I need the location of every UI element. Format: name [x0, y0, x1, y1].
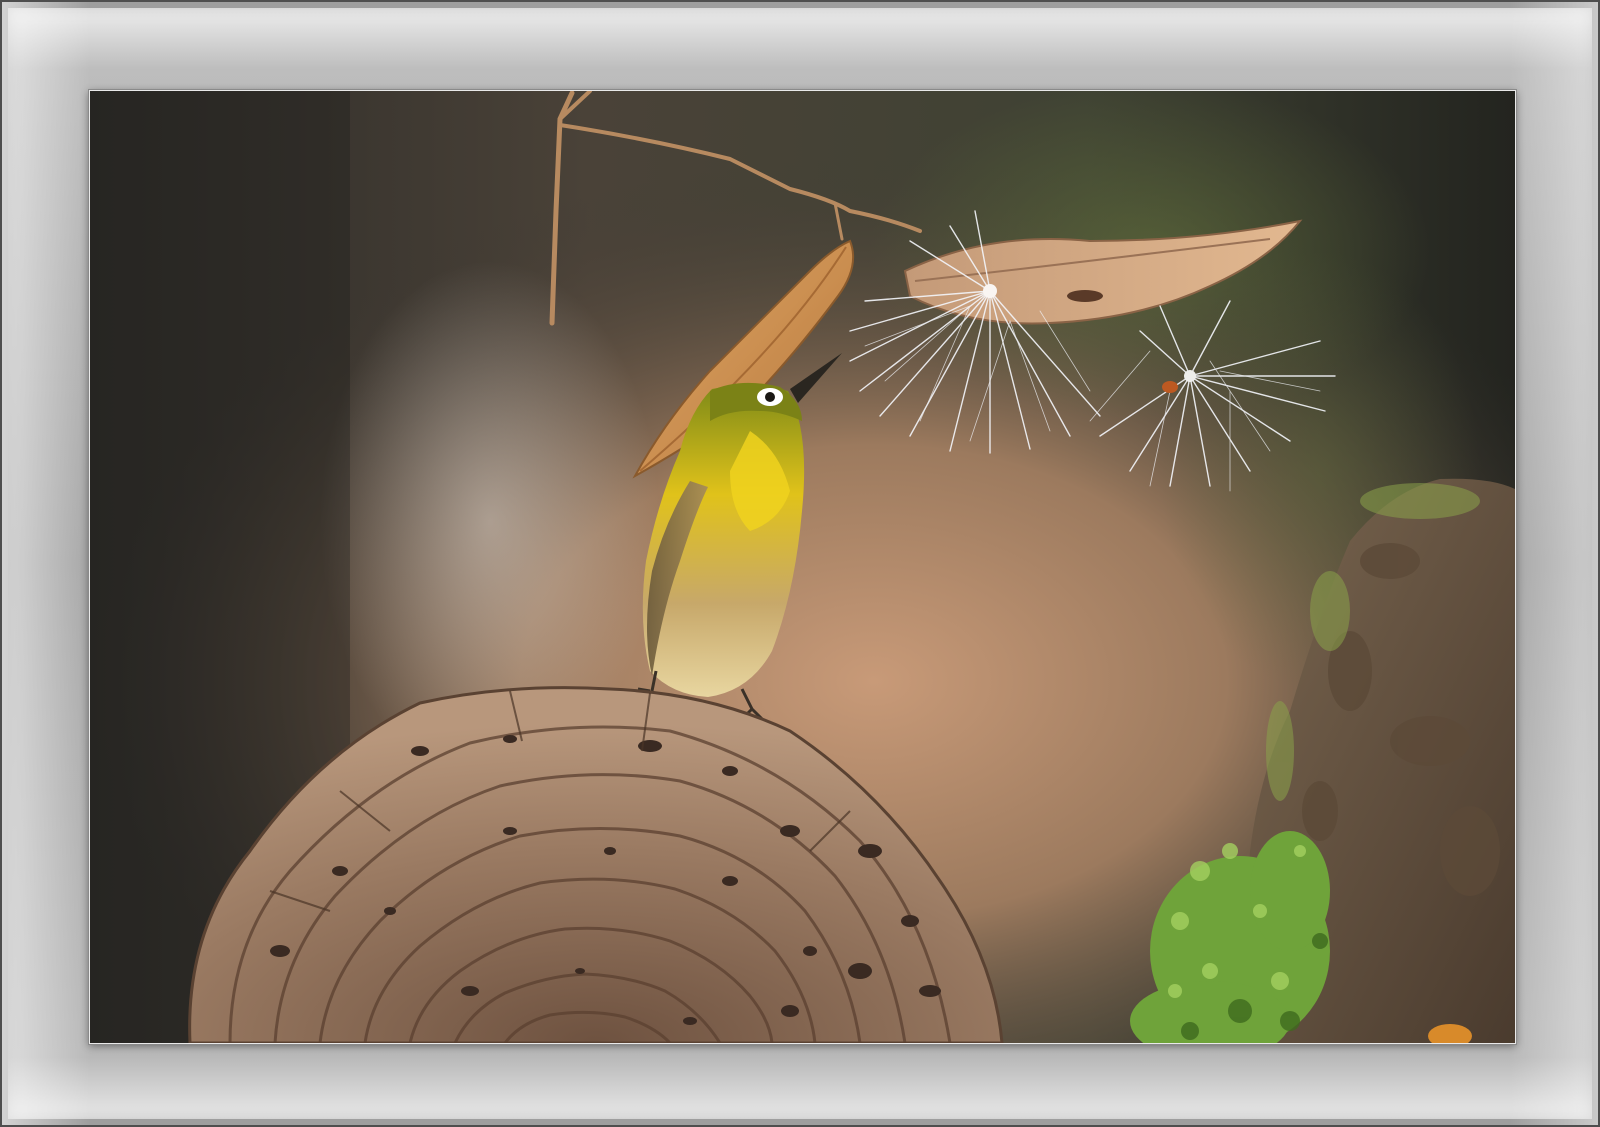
photograph — [89, 90, 1516, 1044]
frame-sheen-right — [1510, 2, 1598, 1125]
photo-frame — [0, 0, 1600, 1127]
frame-sheen-left — [2, 2, 90, 1125]
bird-eye — [765, 392, 775, 402]
photo-canvas — [90, 91, 1515, 1043]
